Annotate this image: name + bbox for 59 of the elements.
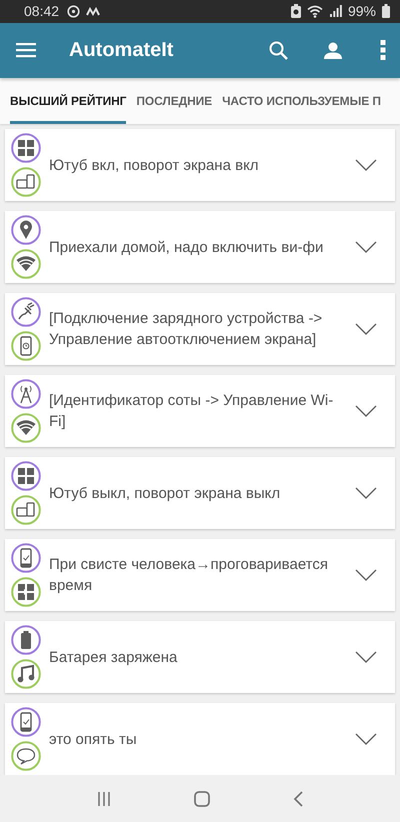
rule-card[interactable]: [Идентификатор соты -> Управление Wi-Fi] — [5, 375, 395, 448]
rule-name: [Подключение зарядного устройства -> Управление автоотключением экрана] — [49, 309, 324, 350]
grid-icon — [11, 133, 41, 164]
rule-card[interactable]: [Подключение зарядного устройства -> Управление автоотключением экрана] — [5, 293, 395, 366]
rule-card[interactable]: Батарея заряжена — [5, 621, 395, 694]
rule-card[interactable]: Приехали домой, надо включить ви-фи — [5, 211, 395, 284]
expand-chevron-icon[interactable] — [355, 241, 377, 254]
tab[interactable]: ПОСЛЕДНИЕ — [136, 78, 212, 124]
phone-check-icon — [11, 707, 41, 738]
battery-saver-icon — [290, 4, 301, 18]
rule-card[interactable]: это опять ты — [5, 703, 395, 776]
app-title: AutomateIt — [69, 38, 174, 62]
rule-card[interactable]: Ютуб выкл, поворот экрана выкл — [5, 457, 395, 530]
tab[interactable]: ВЫСШИЙ РЕЙТИНГ — [10, 78, 126, 124]
expand-chevron-icon[interactable] — [355, 323, 377, 336]
devices-icon — [11, 167, 41, 198]
rule-name: Приехали домой, надо включить ви-фи — [49, 238, 324, 258]
expand-chevron-icon[interactable] — [355, 651, 377, 664]
battery-icon — [11, 625, 41, 656]
account-button[interactable] — [324, 42, 342, 59]
status-time: 08:42 — [24, 3, 60, 20]
expand-chevron-icon[interactable] — [355, 159, 377, 172]
wifi-icon — [306, 4, 324, 18]
phone-clock-icon — [11, 331, 41, 362]
rule-name: [Идентификатор соты -> Управление Wi-Fi] — [49, 391, 334, 432]
rule-name: Батарея заряжена — [49, 648, 178, 668]
rule-name: При свисте человека→проговаривается время — [49, 555, 329, 596]
music-note-icon — [11, 659, 41, 690]
clock-icon — [67, 4, 80, 18]
back-button[interactable] — [293, 790, 304, 807]
search-button[interactable] — [269, 40, 288, 60]
rule-name: Ютуб выкл, поворот экрана выкл — [49, 484, 282, 504]
phone-check-icon — [11, 543, 41, 574]
wifi-icon — [11, 413, 41, 444]
plug-icon — [11, 297, 41, 328]
wifi-icon — [11, 249, 41, 280]
rule-card[interactable]: При свисте человека→проговаривается время — [5, 539, 395, 612]
expand-chevron-icon[interactable] — [355, 405, 377, 418]
rule-name: это опять ты — [49, 730, 138, 750]
grid-icon — [11, 461, 41, 492]
mosaic-icon — [11, 577, 41, 608]
rule-name: Ютуб вкл, поворот экрана вкл — [49, 156, 260, 176]
tab[interactable]: ЧАСТО ИСПОЛЬЗУЕМЫЕ П — [222, 78, 381, 124]
speech-bubble-icon — [11, 741, 41, 772]
expand-chevron-icon[interactable] — [355, 487, 377, 500]
expand-chevron-icon[interactable] — [355, 733, 377, 746]
menu-button[interactable] — [16, 42, 36, 58]
recent-apps-button[interactable] — [96, 792, 111, 806]
rule-card[interactable]: Ютуб вкл, поворот экрана вкл — [5, 129, 395, 202]
notification-icon — [86, 6, 100, 16]
expand-chevron-icon[interactable] — [355, 569, 377, 582]
battery-icon — [382, 4, 390, 18]
more-options-button[interactable] — [380, 40, 386, 60]
battery-percent: 99% — [348, 3, 376, 20]
home-button[interactable] — [194, 790, 210, 807]
devices-icon — [11, 495, 41, 526]
signal-icon — [330, 5, 342, 18]
location-pin-icon — [11, 215, 41, 246]
cell-tower-icon — [11, 379, 41, 410]
